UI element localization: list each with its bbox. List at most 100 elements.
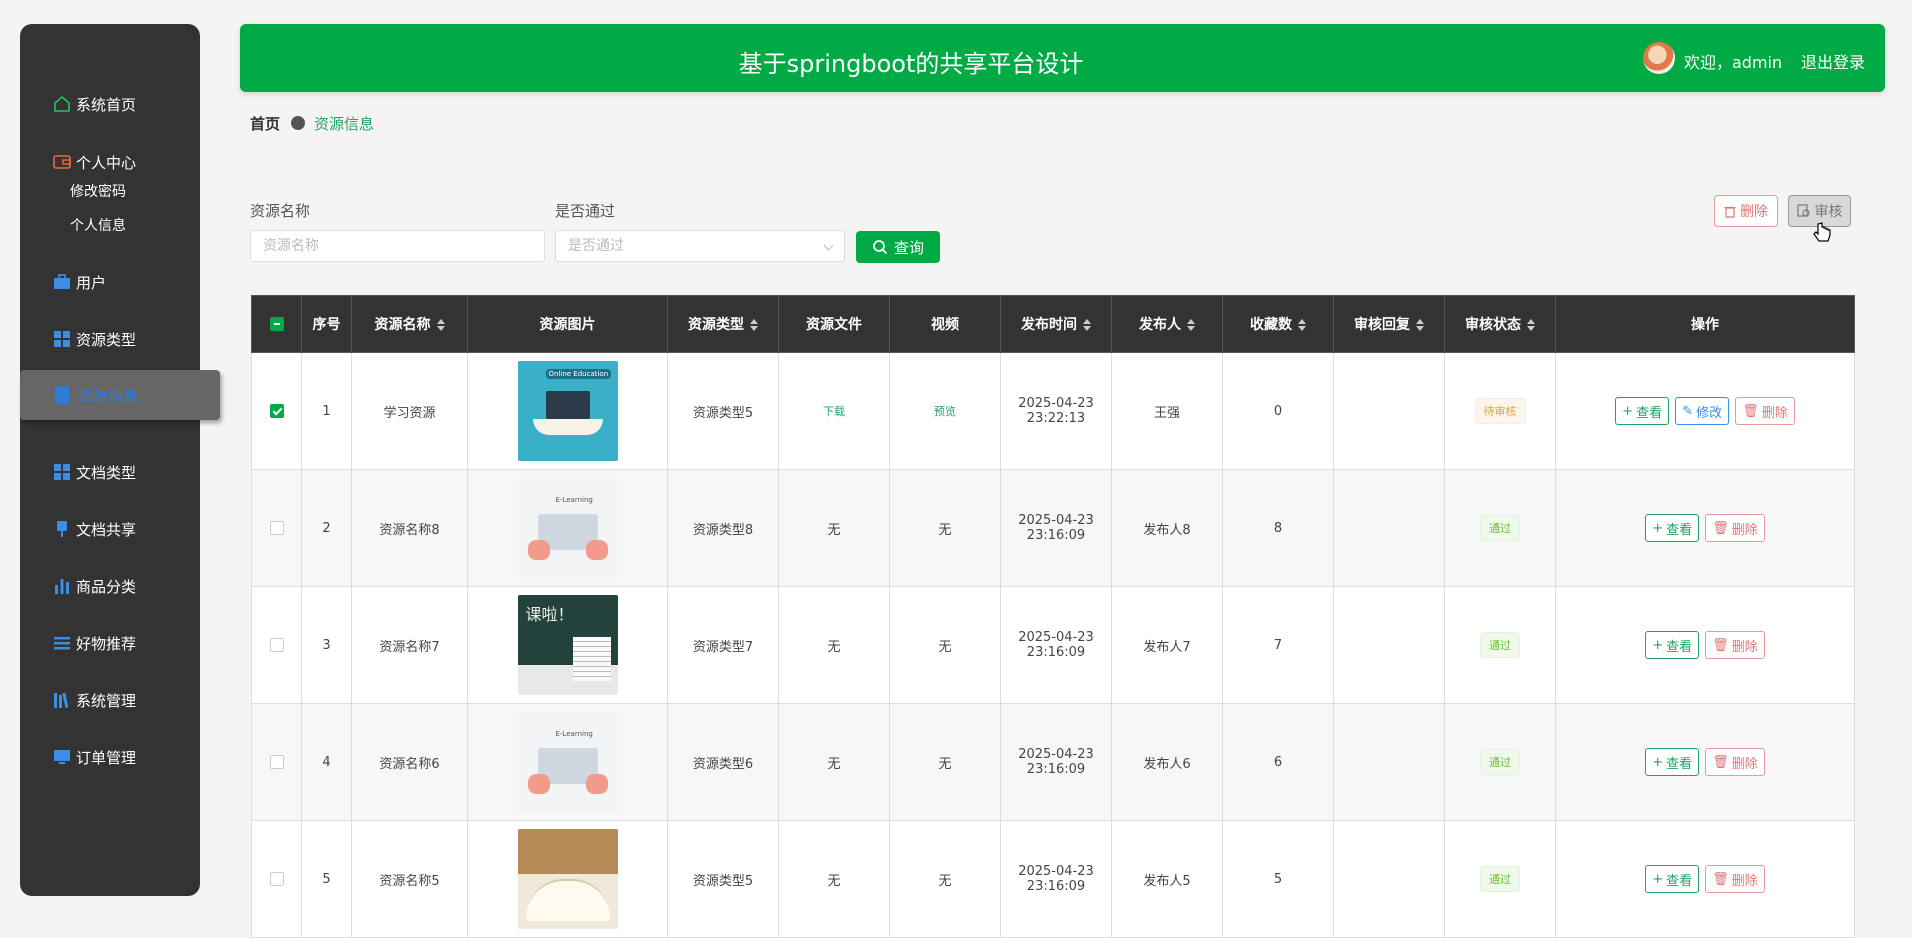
batch-delete-label: 删除 bbox=[1740, 204, 1768, 220]
row-number: 4 bbox=[301, 703, 352, 821]
audit-reply bbox=[1333, 352, 1445, 470]
resource-name: 资源名称6 bbox=[351, 703, 468, 821]
select-all-checkbox[interactable] bbox=[269, 317, 284, 331]
batch-delete-button[interactable]: 删除 bbox=[1714, 195, 1778, 227]
table-row[interactable]: 5 资源名称5 资源类型5 无 无 2025-04-23 23:16:09 发布… bbox=[251, 820, 1855, 938]
breadcrumb-home[interactable]: 首页 bbox=[250, 113, 280, 134]
query-button-label: 查询 bbox=[893, 238, 924, 257]
delete-button[interactable]: 🗑 删除 bbox=[1705, 514, 1765, 542]
resource-image[interactable]: Online Education bbox=[517, 361, 618, 461]
column-header[interactable]: 审核回复 bbox=[1333, 295, 1445, 353]
preview-link[interactable]: 预览 bbox=[934, 405, 956, 418]
name-filter-label: 资源名称 bbox=[250, 202, 311, 220]
sidebar-item-resource-type[interactable]: 资源类型 bbox=[52, 323, 136, 355]
view-button[interactable]: + 查看 bbox=[1645, 631, 1700, 659]
column-header[interactable]: 发布时间 bbox=[1000, 295, 1112, 353]
publisher: 发布人5 bbox=[1111, 820, 1223, 938]
actions-cell: + 查看 🗑 删除 bbox=[1555, 586, 1855, 704]
sidebar-item-label: 资源类型 bbox=[76, 330, 137, 349]
column-header[interactable]: 资源名称 bbox=[351, 295, 468, 353]
resource-file-cell: 下载 bbox=[778, 352, 890, 470]
audit-icon bbox=[1796, 204, 1810, 217]
sidebar-item-user[interactable]: 用户 bbox=[52, 266, 106, 298]
row-number: 1 bbox=[301, 352, 352, 470]
row-select-cell[interactable] bbox=[251, 352, 302, 470]
row-select-cell[interactable] bbox=[251, 820, 302, 938]
delete-button-label: 删除 bbox=[1731, 873, 1758, 889]
column-header[interactable]: 收藏数 bbox=[1222, 295, 1334, 353]
row-select-cell[interactable] bbox=[251, 703, 302, 821]
search-icon bbox=[873, 240, 888, 255]
sort-icon[interactable] bbox=[1298, 319, 1306, 331]
sidebar-item-goods-category[interactable]: 商品分类 bbox=[52, 570, 136, 602]
publish-time: 2025-04-23 23:16:09 bbox=[1000, 586, 1112, 704]
approved-select[interactable]: 是否通过 bbox=[555, 230, 845, 262]
resource-image[interactable] bbox=[517, 829, 618, 929]
select-all-cell[interactable] bbox=[251, 295, 302, 353]
row-select-cell[interactable] bbox=[251, 469, 302, 587]
row-checkbox[interactable] bbox=[269, 404, 284, 418]
breadcrumb-separator-icon bbox=[291, 116, 305, 130]
name-search-input[interactable]: 资源名称 bbox=[250, 230, 545, 262]
publish-time: 2025-04-23 23:16:09 bbox=[1000, 820, 1112, 938]
row-select-cell[interactable] bbox=[251, 586, 302, 704]
sidebar-item-orders[interactable]: 订单管理 bbox=[52, 741, 136, 773]
view-button[interactable]: + 查看 bbox=[1645, 865, 1700, 893]
sort-icon[interactable] bbox=[1083, 319, 1091, 331]
download-link[interactable]: 下载 bbox=[823, 405, 845, 418]
actions-cell: + 查看 🗑 删除 bbox=[1555, 703, 1855, 821]
resource-image[interactable]: E-Learning bbox=[517, 712, 618, 812]
sort-icon[interactable] bbox=[750, 319, 758, 331]
sidebar-item-recommend[interactable]: 好物推荐 bbox=[52, 627, 136, 659]
resource-image[interactable]: E-Learning bbox=[517, 478, 618, 578]
chevron-down-icon bbox=[823, 240, 834, 251]
sort-icon[interactable] bbox=[1416, 319, 1424, 331]
table-row[interactable]: 2 资源名称8 E-Learning 资源类型8 无 无 2025-04-23 … bbox=[251, 469, 1855, 587]
delete-button[interactable]: 🗑 删除 bbox=[1735, 397, 1795, 425]
app-title: 基于springboot的共享平台设计 bbox=[738, 50, 1084, 78]
sidebar-item-home[interactable]: 系统首页 bbox=[52, 88, 136, 120]
table-row[interactable]: 4 资源名称6 E-Learning 资源类型6 无 无 2025-04-23 … bbox=[251, 703, 1855, 821]
sidebar-item-personal-center[interactable]: 个人中心 bbox=[52, 146, 136, 178]
table-row[interactable]: 3 资源名称7 课啦！ 资源类型7 无 无 2025-04-23 23:16:0… bbox=[251, 586, 1855, 704]
avatar[interactable] bbox=[1643, 42, 1675, 74]
sidebar-item-system[interactable]: 系统管理 bbox=[52, 684, 136, 716]
sidebar-item-label: 系统管理 bbox=[76, 691, 137, 710]
sidebar-item-change-password[interactable]: 修改密码 bbox=[70, 181, 126, 201]
table-header-row: 序号 资源名称 资源图片 资源类型 资源文件 视频 发布时间 发布人 收藏数 审… bbox=[251, 295, 1855, 353]
welcome-text: 欢迎，admin bbox=[1684, 53, 1783, 72]
delete-button[interactable]: 🗑 删除 bbox=[1705, 631, 1765, 659]
row-checkbox[interactable] bbox=[269, 521, 284, 535]
column-header[interactable]: 发布人 bbox=[1111, 295, 1223, 353]
view-button-label: 查看 bbox=[1666, 522, 1693, 538]
sort-icon[interactable] bbox=[1527, 319, 1535, 331]
resource-image[interactable]: 课啦！ bbox=[517, 595, 618, 695]
sidebar-item-label: 系统首页 bbox=[76, 95, 137, 114]
audit-reply bbox=[1333, 820, 1445, 938]
edit-button[interactable]: ✎ 修改 bbox=[1675, 397, 1730, 425]
row-checkbox[interactable] bbox=[269, 638, 284, 652]
sidebar-item-label: 好物推荐 bbox=[76, 634, 137, 653]
view-button[interactable]: + 查看 bbox=[1615, 397, 1670, 425]
plus-icon: + bbox=[1622, 403, 1634, 419]
sidebar-item-label: 资源信息 bbox=[78, 387, 139, 405]
column-header[interactable]: 资源类型 bbox=[667, 295, 779, 353]
query-button[interactable]: 查询 bbox=[856, 231, 940, 263]
sidebar-item-doc-type[interactable]: 文档类型 bbox=[52, 456, 136, 488]
sort-icon[interactable] bbox=[1187, 319, 1195, 331]
logout-link[interactable]: 退出登录 bbox=[1801, 49, 1865, 73]
favorite-count: 5 bbox=[1222, 820, 1334, 938]
sidebar-item-personal-info[interactable]: 个人信息 bbox=[70, 215, 126, 235]
resource-file: 无 bbox=[778, 586, 890, 704]
sidebar-item-doc-share[interactable]: 文档共享 bbox=[52, 513, 136, 545]
view-button[interactable]: + 查看 bbox=[1645, 514, 1700, 542]
column-header[interactable]: 审核状态 bbox=[1444, 295, 1556, 353]
sidebar-item-resource-info[interactable]: 资源信息 bbox=[20, 370, 220, 420]
view-button[interactable]: + 查看 bbox=[1645, 748, 1700, 776]
sort-icon[interactable] bbox=[436, 319, 445, 331]
delete-button[interactable]: 🗑 删除 bbox=[1705, 748, 1765, 776]
row-checkbox[interactable] bbox=[269, 755, 284, 769]
delete-button[interactable]: 🗑 删除 bbox=[1705, 865, 1765, 893]
row-checkbox[interactable] bbox=[269, 872, 284, 886]
table-row[interactable]: 1 学习资源 Online Education 资源类型5 下载 预览 2025… bbox=[251, 352, 1855, 470]
